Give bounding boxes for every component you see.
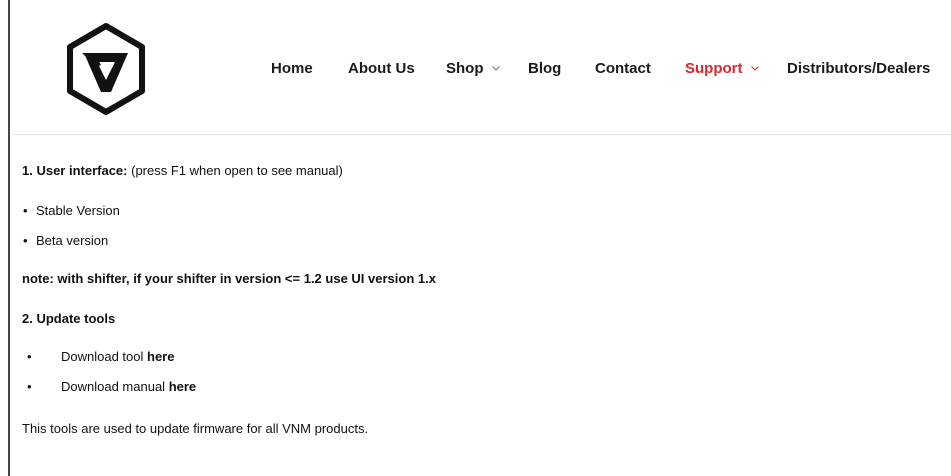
nav-shop-label: Shop [446, 60, 484, 77]
nav-about-label: About Us [348, 60, 415, 77]
left-edge-line [8, 0, 10, 476]
section2-title: 2. Update tools [22, 311, 116, 326]
nav-support-label: Support [685, 60, 743, 77]
shifter-note: note: with shifter, if your shifter in v… [22, 271, 436, 286]
list-item-download-tool: Download tool here [22, 348, 174, 366]
nav-contact-label: Contact [595, 60, 651, 77]
nav-support[interactable]: Support [685, 60, 759, 77]
chevron-down-icon [491, 66, 500, 71]
list-item-stable-version[interactable]: Stable Version [22, 202, 120, 220]
list-item-beta-version[interactable]: Beta version [22, 232, 108, 250]
nav-blog-label: Blog [528, 60, 562, 77]
left-edge-bar [0, 0, 12, 476]
beta-version-label: Beta version [36, 233, 109, 248]
site-header: Home About Us Shop Blog Contact Support … [12, 0, 951, 135]
nav-distributors-label: Distributors/Dealers [787, 60, 931, 77]
nav-contact[interactable]: Contact [595, 60, 651, 77]
nav-home-label: Home [271, 60, 313, 77]
download-manual-text: Download manual [61, 379, 169, 394]
firmware-description: This tools are used to update firmware f… [22, 421, 369, 436]
nav-home[interactable]: Home [271, 60, 313, 77]
nav-blog[interactable]: Blog [528, 60, 561, 77]
nav-about-us[interactable]: About Us [348, 60, 415, 77]
chevron-down-icon [750, 66, 759, 71]
download-tool-link[interactable]: here [147, 349, 174, 364]
download-tool-text: Download tool [61, 349, 147, 364]
list-item-download-manual: Download manual here [22, 378, 196, 396]
vnm-logo-icon[interactable] [64, 22, 148, 116]
section1-title: 1. User interface: [22, 163, 128, 178]
nav-shop[interactable]: Shop [446, 60, 500, 77]
section1-hint: (press F1 when open to see manual) [131, 163, 343, 178]
stable-version-label: Stable Version [36, 203, 120, 218]
download-manual-link[interactable]: here [169, 379, 196, 394]
nav-distributors-dealers[interactable]: Distributors/Dealers [787, 60, 930, 77]
section1-heading: 1. User interface: (press F1 when open t… [22, 162, 343, 180]
